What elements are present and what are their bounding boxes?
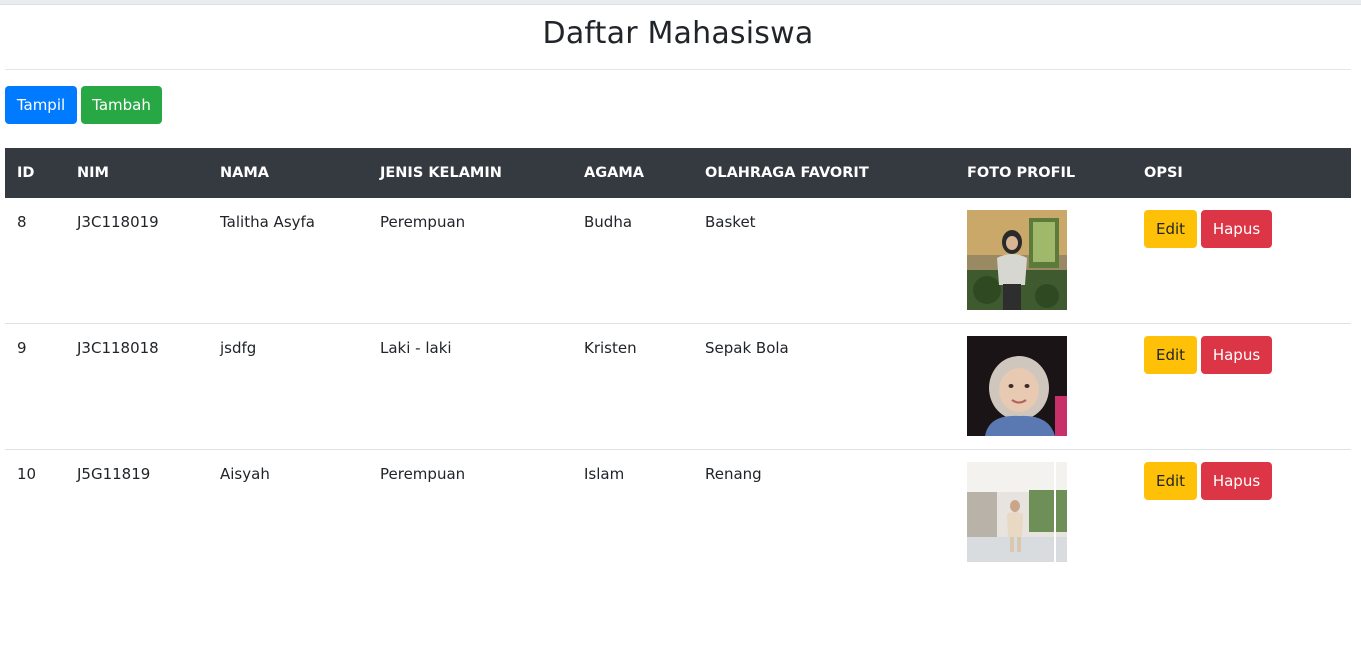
cell-jenis-kelamin: Perempuan <box>380 465 466 483</box>
table-header: ID NIM NAMA JENIS KELAMIN AGAMA OLAHRAGA… <box>5 148 1351 198</box>
header-nama: NAMA <box>220 165 270 181</box>
table-row: 10 J5G11819 Aisyah Perempuan Islam Renan… <box>5 450 1351 575</box>
cell-nama: jsdfg <box>220 339 257 357</box>
cell-olahraga: Sepak Bola <box>705 339 789 357</box>
cell-nim: J3C118018 <box>77 339 159 357</box>
header-foto-profil: FOTO PROFIL <box>967 165 1076 181</box>
cell-olahraga: Renang <box>705 465 762 483</box>
cell-nim: J5G11819 <box>77 465 151 483</box>
cell-jenis-kelamin: Perempuan <box>380 213 466 231</box>
cell-nama: Talitha Asyfa <box>220 213 315 231</box>
cell-id: 10 <box>17 465 37 483</box>
edit-button[interactable]: Edit <box>1144 336 1197 374</box>
cell-nim: J3C118019 <box>77 213 159 231</box>
header-jenis-kelamin: JENIS KELAMIN <box>380 165 502 181</box>
table-row: 8 J3C118019 Talitha Asyfa Perempuan Budh… <box>5 198 1351 324</box>
profile-photo <box>967 462 1067 562</box>
browser-top-edge <box>0 0 1361 5</box>
cell-agama: Islam <box>584 465 625 483</box>
hapus-button[interactable]: Hapus <box>1201 462 1272 500</box>
profile-photo <box>967 210 1067 310</box>
edit-button[interactable]: Edit <box>1144 462 1197 500</box>
cell-id: 8 <box>17 213 27 231</box>
table-row: 9 J3C118018 jsdfg Laki - laki Kristen Se… <box>5 324 1351 450</box>
header-opsi: OPSI <box>1144 165 1183 181</box>
cell-id: 9 <box>17 339 27 357</box>
header-olahraga-favorit: OLAHRAGA FAVORIT <box>705 165 869 181</box>
header-nim: NIM <box>77 165 109 181</box>
hapus-button[interactable]: Hapus <box>1201 210 1272 248</box>
hapus-button[interactable]: Hapus <box>1201 336 1272 374</box>
profile-photo <box>967 336 1067 436</box>
tampil-button[interactable]: Tampil <box>5 86 77 124</box>
title-divider <box>5 69 1351 70</box>
cell-nama: Aisyah <box>220 465 270 483</box>
page-title: Daftar Mahasiswa <box>542 16 814 51</box>
header-id: ID <box>17 165 35 181</box>
cell-agama: Kristen <box>584 339 637 357</box>
cell-olahraga: Basket <box>705 213 756 231</box>
edit-button[interactable]: Edit <box>1144 210 1197 248</box>
tambah-button[interactable]: Tambah <box>81 86 162 124</box>
mahasiswa-table: ID NIM NAMA JENIS KELAMIN AGAMA OLAHRAGA… <box>5 148 1351 575</box>
header-agama: AGAMA <box>584 165 644 181</box>
cell-jenis-kelamin: Laki - laki <box>380 339 452 357</box>
cell-agama: Budha <box>584 213 633 231</box>
